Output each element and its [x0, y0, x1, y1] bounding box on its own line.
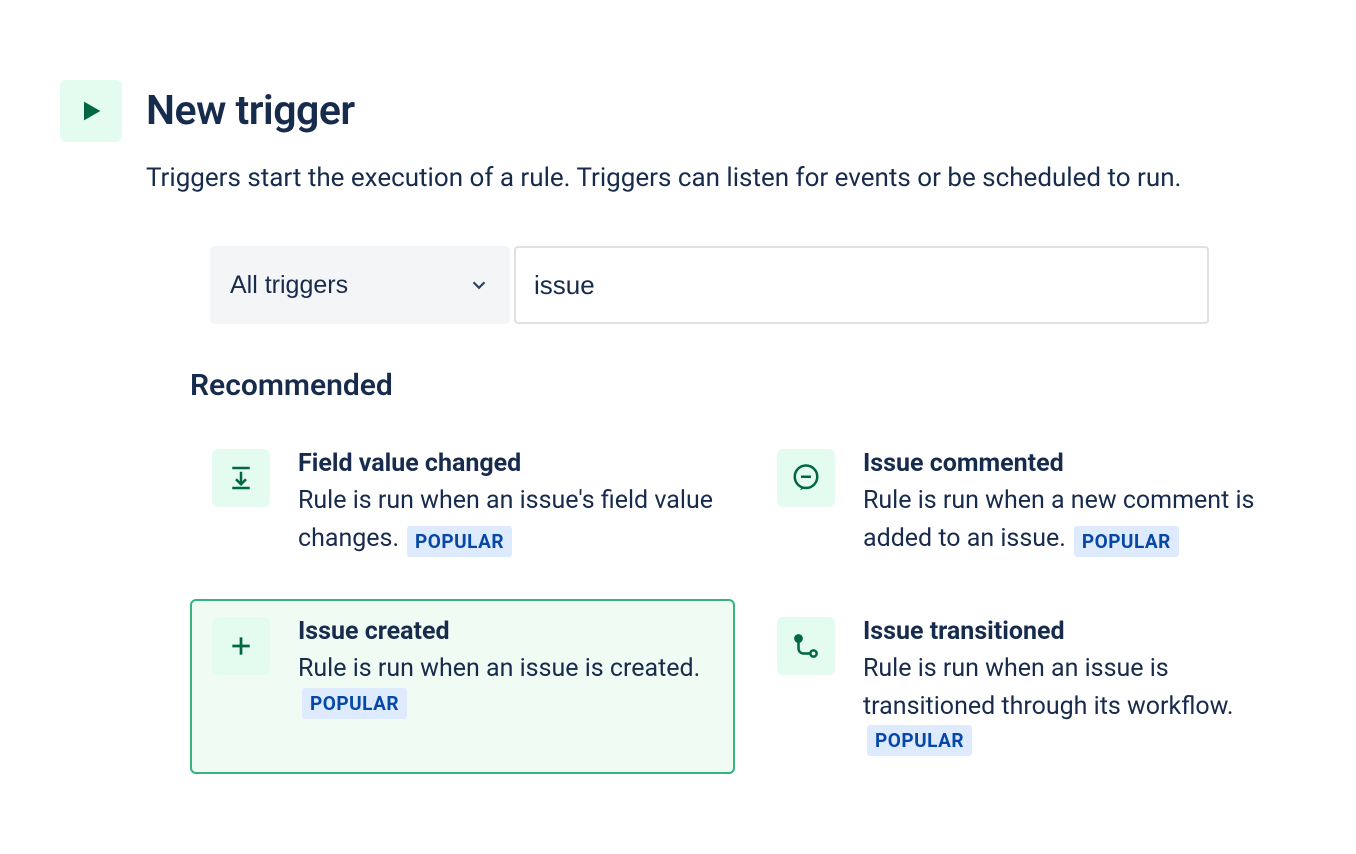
popular-badge: POPULAR	[867, 725, 972, 756]
card-title: Issue created	[298, 617, 713, 646]
comment-icon	[777, 449, 835, 507]
field-change-icon	[212, 449, 270, 507]
trigger-search-input[interactable]	[514, 246, 1209, 324]
transition-icon	[777, 617, 835, 675]
section-title: Recommended	[190, 368, 1296, 403]
dropdown-label: All triggers	[230, 271, 348, 300]
card-title: Issue commented	[863, 449, 1278, 478]
chevron-down-icon	[468, 274, 490, 296]
trigger-card-issue-created[interactable]: Issue created Rule is run when an issue …	[190, 599, 735, 774]
trigger-cards-grid: Field value changed Rule is run when an …	[190, 431, 1296, 774]
trigger-category-dropdown[interactable]: All triggers	[210, 246, 510, 324]
card-desc: Rule is run when an issue is created.	[298, 654, 700, 683]
popular-badge: POPULAR	[1074, 526, 1179, 557]
page-subtitle: Triggers start the execution of a rule. …	[146, 160, 1296, 196]
popular-badge: POPULAR	[407, 526, 512, 557]
trigger-card-issue-commented[interactable]: Issue commented Rule is run when a new c…	[755, 431, 1300, 575]
trigger-card-issue-transitioned[interactable]: Issue transitioned Rule is run when an i…	[755, 599, 1300, 774]
card-desc: Rule is run when an issue is transitione…	[863, 654, 1234, 721]
trigger-card-field-value-changed[interactable]: Field value changed Rule is run when an …	[190, 431, 735, 575]
plus-icon	[212, 617, 270, 675]
play-icon	[60, 80, 122, 142]
page-title: New trigger	[146, 87, 355, 135]
card-title: Issue transitioned	[863, 617, 1278, 646]
popular-badge: POPULAR	[302, 688, 407, 719]
card-desc: Rule is run when a new comment is added …	[863, 486, 1254, 553]
card-title: Field value changed	[298, 449, 713, 478]
